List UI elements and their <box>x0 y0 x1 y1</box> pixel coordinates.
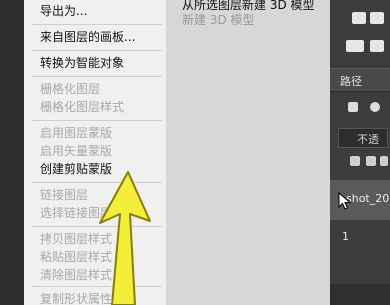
layer-number: 1 <box>342 230 349 243</box>
tab-paths[interactable]: 路径 <box>330 68 390 92</box>
mouse-cursor-icon <box>338 192 352 210</box>
photoshop-window: 导出为... 来自图层的画板... 转换为智能对象 栅格化图层 栅格化图层样式 … <box>0 0 390 305</box>
3d-submenu: 从所选图层新建 3D 模型 新建 3D 模型 <box>166 0 331 305</box>
submenu-item-new-3d-model[interactable]: 新建 3D 模型 <box>182 13 255 27</box>
menu-item-link-layers[interactable]: 链接图层 <box>24 186 166 204</box>
menu-item-copy-layer-style[interactable]: 拷贝图层样式 <box>24 230 166 248</box>
menu-separator <box>32 182 162 183</box>
menu-item-paste-layer-style[interactable]: 粘贴图层样式 <box>24 248 166 266</box>
menu-item-artboard-from-layers[interactable]: 来自图层的画板... <box>24 28 166 46</box>
menu-item-enable-layer-mask[interactable]: 启用图层蒙版 <box>24 124 166 142</box>
menu-separator <box>32 76 162 77</box>
menu-item-clear-layer-style[interactable]: 清除图层样式 <box>24 266 166 284</box>
menu-item-select-linked-layers[interactable]: 选择链接图层 <box>24 204 166 222</box>
image-filter-icon[interactable] <box>348 102 358 112</box>
menu-item-convert-smart-object[interactable]: 转换为智能对象 <box>24 54 166 72</box>
left-dark-strip <box>0 0 24 305</box>
lock-position-icon[interactable] <box>350 156 360 166</box>
image-adjust-icon[interactable] <box>346 40 364 52</box>
menu-separator <box>32 226 162 227</box>
panel-tool-icon[interactable] <box>370 40 384 52</box>
submenu-item-new-3d-from-selected[interactable]: 从所选图层新建 3D 模型 <box>182 0 315 12</box>
menu-item-enable-vector-mask[interactable]: 启用矢量蒙版 <box>24 142 166 160</box>
lock-artboard-icon[interactable] <box>366 156 376 166</box>
menu-separator <box>32 24 162 25</box>
lock-all-icon[interactable] <box>380 156 388 166</box>
menu-separator <box>32 286 162 287</box>
tab-paths-label: 路径 <box>340 75 362 88</box>
layers-panel-footer <box>330 284 390 305</box>
menu-item-rasterize-layer[interactable]: 栅格化图层 <box>24 80 166 98</box>
menu-item-rasterize-layer-style[interactable]: 栅格化图层样式 <box>24 98 166 116</box>
layers-panel: 路径 不透 shot_201 1 <box>330 0 390 305</box>
menu-item-export-as[interactable]: 导出为... <box>24 2 166 20</box>
camera-icon[interactable] <box>352 12 366 24</box>
menu-item-create-clipping-mask[interactable]: 创建剪贴蒙版 <box>24 160 166 178</box>
blend-mode-select[interactable]: 不透 <box>338 128 388 148</box>
menu-item-copy-shape-attributes[interactable]: 复制形状属性 <box>24 290 166 305</box>
layer-name: shot_201 <box>346 192 390 205</box>
adjustment-filter-icon[interactable] <box>370 102 380 112</box>
menu-separator <box>32 120 162 121</box>
context-menu: 导出为... 来自图层的画板... 转换为智能对象 栅格化图层 栅格化图层样式 … <box>24 0 167 305</box>
opacity-label: 不透 <box>357 133 379 146</box>
menu-separator <box>32 50 162 51</box>
grid-icon[interactable] <box>370 12 384 24</box>
